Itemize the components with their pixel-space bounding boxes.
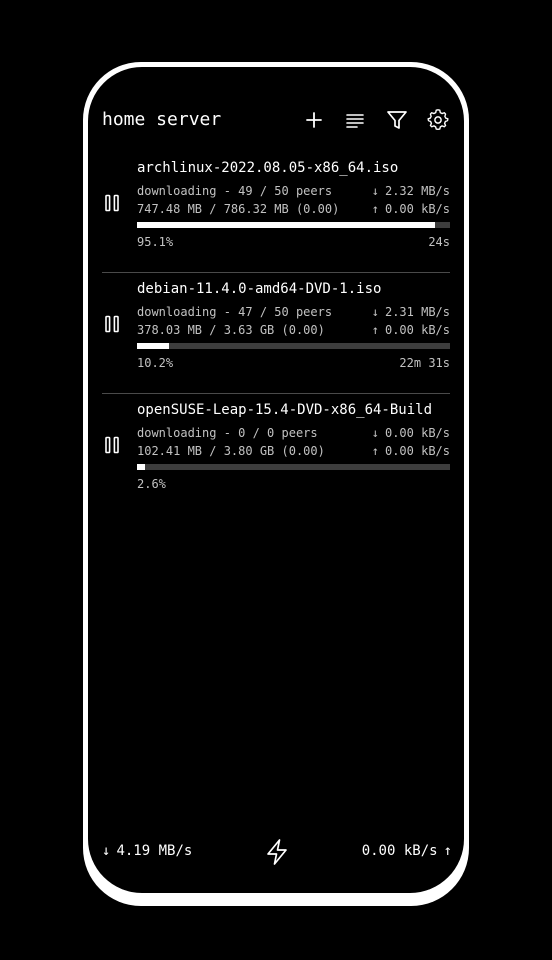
torrent-name: debian-11.4.0-amd64-DVD-1.iso	[137, 281, 382, 297]
torrent-list: archlinux-2022.08.05-x86_64.iso download…	[102, 152, 450, 514]
download-rate-value: 2.32 MB/s	[384, 184, 450, 198]
app-screen: home server archlinux-2022.08.05-x86_64.…	[88, 67, 464, 893]
torrent-item[interactable]: archlinux-2022.08.05-x86_64.iso download…	[102, 152, 450, 273]
gear-icon	[427, 109, 449, 131]
up-arrow-icon: ↑	[371, 444, 379, 458]
up-arrow-icon: ↑	[371, 323, 379, 337]
up-arrow-icon: ↑	[371, 202, 379, 216]
torrent-size: 102.41 MB / 3.80 GB (0.00)	[137, 444, 325, 458]
down-arrow-icon: ↓	[371, 305, 379, 319]
filter-button[interactable]	[382, 105, 412, 135]
total-download-rate: ↓ 4.19 MB/s	[102, 843, 192, 859]
download-rate: ↓ 0.00 kB/s	[372, 426, 450, 440]
download-rate: ↓ 2.32 MB/s	[372, 184, 450, 198]
sort-icon	[346, 114, 364, 128]
server-title: home server	[102, 109, 222, 130]
progress-bar	[137, 222, 450, 228]
torrent-size: 378.03 MB / 3.63 GB (0.00)	[137, 323, 325, 337]
upload-rate-value: 0.00 kB/s	[384, 444, 450, 458]
progress-fill	[137, 464, 146, 470]
torrent-item[interactable]: openSUSE-Leap-15.4-DVD-x86_64-Build down…	[102, 394, 450, 514]
torrent-status: downloading - 0 / 0 peers	[137, 426, 318, 440]
settings-button[interactable]	[423, 105, 453, 135]
down-arrow-icon: ↓	[371, 426, 379, 440]
torrent-status-row: downloading - 47 / 50 peers ↓ 2.31 MB/s	[137, 305, 450, 319]
upload-rate-value: 0.00 kB/s	[384, 202, 450, 216]
time-remaining: 22m 31s	[399, 356, 450, 370]
torrent-progress-row: 95.1% 24s	[137, 235, 450, 249]
sort-button[interactable]	[340, 105, 370, 135]
download-rate-value: 0.00 kB/s	[384, 426, 450, 440]
speed-limit-button[interactable]	[262, 837, 292, 867]
progress-percent: 10.2%	[137, 356, 174, 370]
progress-bar	[137, 343, 450, 349]
pause-button[interactable]	[100, 311, 124, 337]
total-upload-rate: 0.00 kB/s ↑	[362, 843, 452, 859]
total-download-value: 4.19 MB/s	[116, 843, 193, 859]
filter-icon	[387, 111, 407, 129]
progress-percent: 2.6%	[137, 477, 166, 491]
torrent-size: 747.48 MB / 786.32 MB (0.00)	[137, 202, 340, 216]
up-arrow-icon: ↑	[443, 843, 452, 859]
torrent-status: downloading - 47 / 50 peers	[137, 305, 333, 319]
torrent-status-row: downloading - 49 / 50 peers ↓ 2.32 MB/s	[137, 184, 450, 198]
pause-button[interactable]	[100, 432, 124, 458]
pause-button[interactable]	[100, 190, 124, 216]
upload-rate-value: 0.00 kB/s	[384, 323, 450, 337]
download-rate: ↓ 2.31 MB/s	[372, 305, 450, 319]
status-bar: ↓ 4.19 MB/s 0.00 kB/s ↑	[102, 837, 452, 867]
torrent-item[interactable]: debian-11.4.0-amd64-DVD-1.iso downloadin…	[102, 273, 450, 394]
upload-rate: ↑ 0.00 kB/s	[372, 202, 450, 216]
torrent-progress-row: 10.2% 22m 31s	[137, 356, 450, 370]
torrent-status: downloading - 49 / 50 peers	[137, 184, 333, 198]
progress-fill	[137, 222, 435, 228]
torrent-name: openSUSE-Leap-15.4-DVD-x86_64-Build	[137, 402, 433, 418]
torrent-size-row: 747.48 MB / 786.32 MB (0.00) ↑ 0.00 kB/s	[137, 202, 450, 216]
upload-rate: ↑ 0.00 kB/s	[372, 444, 450, 458]
download-rate-value: 2.31 MB/s	[384, 305, 450, 319]
pause-icon	[105, 315, 119, 333]
time-remaining: 24s	[428, 235, 450, 249]
torrent-status-row: downloading - 0 / 0 peers ↓ 0.00 kB/s	[137, 426, 450, 440]
progress-fill	[137, 343, 169, 349]
down-arrow-icon: ↓	[102, 843, 111, 859]
progress-percent: 95.1%	[137, 235, 174, 249]
torrent-size-row: 378.03 MB / 3.63 GB (0.00) ↑ 0.00 kB/s	[137, 323, 450, 337]
app-header: home server	[102, 105, 452, 135]
lightning-icon	[267, 839, 287, 865]
plus-icon	[306, 112, 322, 128]
progress-bar	[137, 464, 450, 470]
torrent-size-row: 102.41 MB / 3.80 GB (0.00) ↑ 0.00 kB/s	[137, 444, 450, 458]
device-frame: home server archlinux-2022.08.05-x86_64.…	[83, 62, 469, 906]
down-arrow-icon: ↓	[371, 184, 379, 198]
add-torrent-button[interactable]	[299, 105, 329, 135]
pause-icon	[105, 194, 119, 212]
pause-icon	[105, 436, 119, 454]
torrent-name: archlinux-2022.08.05-x86_64.iso	[137, 160, 399, 176]
total-upload-value: 0.00 kB/s	[361, 843, 438, 859]
upload-rate: ↑ 0.00 kB/s	[372, 323, 450, 337]
torrent-progress-row: 2.6%	[137, 477, 450, 491]
